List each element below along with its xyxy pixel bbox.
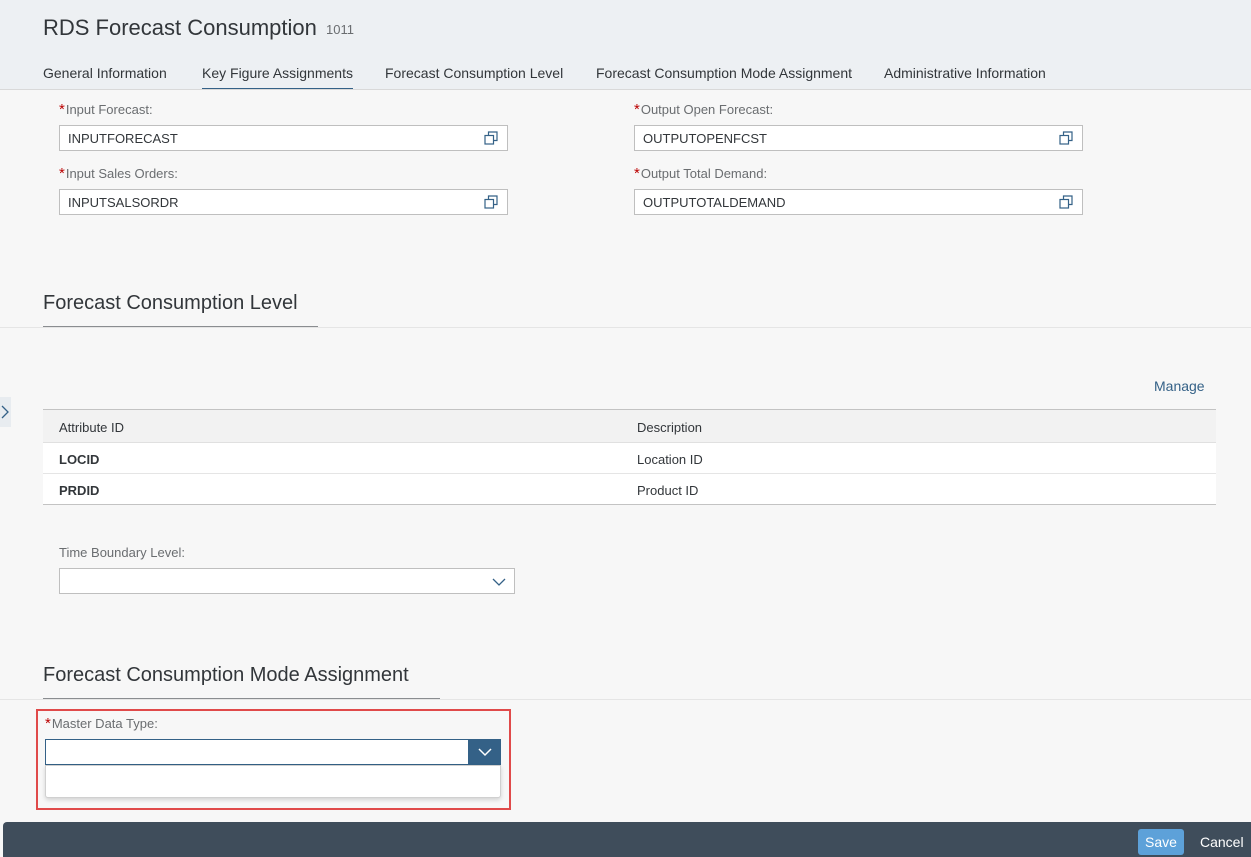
- page-subtitle: 1011: [326, 22, 354, 37]
- input-forecast-label-text: Input Forecast:: [65, 102, 153, 117]
- header-divider: [0, 89, 1251, 90]
- output-open-forecast-label: *Output Open Forecast:: [634, 101, 773, 118]
- section-title-level: Forecast Consumption Level: [43, 292, 298, 314]
- output-open-forecast-label-text: Output Open Forecast:: [640, 102, 774, 117]
- description-cell: Product ID: [637, 483, 699, 498]
- required-marker: *: [634, 165, 640, 182]
- input-sales-orders-value: INPUTSALSORDR: [68, 195, 179, 210]
- input-sales-orders-label-text: Input Sales Orders:: [65, 166, 178, 181]
- tab-forecast-consumption-mode-assignment[interactable]: Forecast Consumption Mode Assignment: [596, 65, 852, 90]
- output-total-demand-label: *Output Total Demand:: [634, 165, 767, 182]
- value-help-icon[interactable]: [484, 195, 498, 209]
- required-marker: *: [59, 101, 65, 118]
- description-cell: Location ID: [637, 452, 703, 467]
- time-boundary-label: Time Boundary Level:: [59, 545, 185, 560]
- chevron-right-icon: [1, 405, 9, 419]
- column-header-attribute-id: Attribute ID: [59, 420, 125, 435]
- anchor-bar: General Information Key Figure Assignmen…: [0, 62, 1251, 90]
- tab-key-figure-assignments[interactable]: Key Figure Assignments: [202, 65, 353, 90]
- object-header: RDS Forecast Consumption 1011 General In…: [0, 0, 1251, 90]
- tab-forecast-consumption-level[interactable]: Forecast Consumption Level: [385, 65, 563, 90]
- input-sales-orders-label: *Input Sales Orders:: [59, 165, 178, 182]
- master-data-type-input[interactable]: [45, 739, 469, 765]
- save-button[interactable]: Save: [1138, 829, 1184, 855]
- cancel-button[interactable]: Cancel: [1200, 834, 1244, 850]
- master-data-type-dropdown-button[interactable]: [468, 739, 501, 765]
- page-title: RDS Forecast Consumption: [43, 15, 317, 40]
- table-header: Attribute ID Description: [43, 409, 1216, 443]
- tab-administrative-information[interactable]: Administrative Information: [884, 65, 1046, 90]
- manage-link[interactable]: Manage: [1154, 378, 1205, 394]
- attribute-id-cell: PRDID: [59, 483, 100, 498]
- attribute-id-cell: LOCID: [59, 452, 100, 467]
- output-open-forecast-value: OUTPUTOPENFCST: [643, 131, 767, 146]
- value-help-icon[interactable]: [484, 131, 498, 145]
- table-row[interactable]: PRDID Product ID: [43, 474, 1216, 505]
- tab-general-information[interactable]: General Information: [43, 65, 167, 90]
- required-marker: *: [45, 715, 51, 732]
- section-divider: [0, 327, 1251, 328]
- input-sales-orders-field[interactable]: INPUTSALSORDR: [59, 189, 508, 215]
- output-open-forecast-field[interactable]: OUTPUTOPENFCST: [634, 125, 1083, 151]
- side-expand-handle[interactable]: [0, 397, 11, 427]
- value-help-icon[interactable]: [1059, 131, 1073, 145]
- value-help-icon[interactable]: [1059, 195, 1073, 209]
- table-row[interactable]: LOCID Location ID: [43, 443, 1216, 474]
- output-total-demand-label-text: Output Total Demand:: [640, 166, 768, 181]
- section-title-mode: Forecast Consumption Mode Assignment: [43, 664, 409, 686]
- required-marker: *: [634, 101, 640, 118]
- chevron-down-icon: [478, 748, 492, 757]
- master-data-type-label: *Master Data Type:: [45, 715, 158, 732]
- required-marker: *: [59, 165, 65, 182]
- column-header-description: Description: [637, 420, 703, 435]
- time-boundary-select[interactable]: [59, 568, 515, 594]
- footer-toolbar: [3, 822, 1251, 857]
- input-forecast-label: *Input Forecast:: [59, 101, 153, 118]
- output-total-demand-value: OUTPUTOTALDEMAND: [643, 195, 786, 210]
- output-total-demand-field[interactable]: OUTPUTOTALDEMAND: [634, 189, 1083, 215]
- input-forecast-value: INPUTFORECAST: [68, 131, 178, 146]
- chevron-down-icon: [492, 578, 506, 586]
- master-data-type-label-text: Master Data Type:: [51, 716, 158, 731]
- section-divider: [0, 699, 1251, 700]
- dropdown-list-popup[interactable]: [45, 765, 501, 798]
- input-forecast-field[interactable]: INPUTFORECAST: [59, 125, 508, 151]
- attributes-table: Attribute ID Description LOCID Location …: [43, 409, 1216, 505]
